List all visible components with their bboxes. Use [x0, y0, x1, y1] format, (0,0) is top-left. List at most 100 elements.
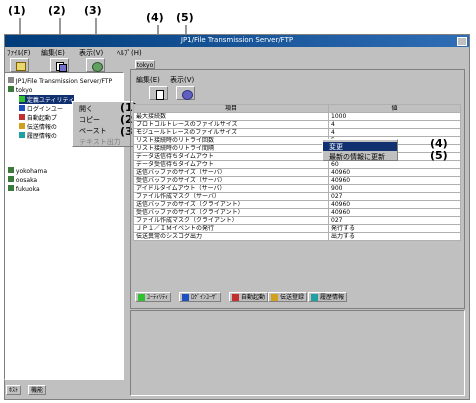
right-menu-view[interactable]: 表示(V) — [170, 75, 194, 85]
table-row[interactable]: ファイル作成マスク（クライアント） 027 — [133, 216, 461, 225]
server-icon — [8, 176, 14, 182]
tree-host-fukuoka[interactable]: fukuoka — [8, 185, 40, 193]
title-bar: JP1/File Transmission Server/FTP — [5, 35, 469, 47]
server-icon — [8, 185, 14, 191]
table-row[interactable]: モジュールトレースのファイルサイズ 4 — [133, 128, 461, 137]
row-value-cell: 900 — [328, 184, 461, 193]
right-toolbar-button-1[interactable] — [149, 86, 168, 100]
tree-item-autostart[interactable]: 自動起動プ — [19, 113, 57, 122]
server-icon — [8, 86, 14, 92]
table-row[interactable]: データ受信待ちタイムアウト 60 — [133, 160, 461, 169]
row-value-cell: 027 — [328, 216, 461, 225]
tab-transfer[interactable]: 伝送登録 — [268, 292, 308, 302]
table-row[interactable]: 受信バッファのサイズ（サーバ） 40960 — [133, 176, 461, 185]
table-row[interactable]: 最大接続数 1000 — [133, 112, 461, 121]
context-text-output[interactable]: テキスト出力 — [79, 137, 121, 147]
row-item-cell: 受信バッファのサイズ（サーバ） — [133, 176, 329, 185]
row-item-cell: プロトコルトレースのファイルサイズ — [133, 120, 329, 129]
table-row[interactable]: リスト接続時のリトライ回数5 — [133, 136, 461, 145]
properties-icon — [156, 90, 164, 100]
table-row[interactable]: 送信バッファのサイズ（サーバ） 40960 — [133, 168, 461, 177]
window-control-button[interactable] — [457, 37, 467, 46]
tab-function[interactable]: 機能 — [28, 385, 47, 395]
table-row[interactable]: データ送信待ちタイムアウト60 — [133, 152, 461, 161]
tree-host-tokyo[interactable]: tokyo — [8, 86, 32, 94]
row-item-cell: ファイル作成マスク（クライアント） — [133, 216, 329, 225]
window-title: JP1/File Transmission Server/FTP — [180, 36, 294, 44]
table-row[interactable]: プロトコルトレースのファイルサイズ 4 — [133, 120, 461, 129]
tab-label: 履歴情報 — [320, 294, 345, 301]
row-value-cell: 40960 — [328, 176, 461, 185]
row-item-cell: 送信バッファのサイズ（クライアント） — [133, 200, 329, 209]
tree-item-label: 履歴情報の — [26, 133, 57, 140]
tree-root[interactable]: JP1/File Transmission Server/FTP — [8, 77, 112, 85]
tab-tokyo[interactable]: tokyo — [135, 60, 155, 69]
row-item-cell: アイドルタイムアウト（サーバ） — [133, 184, 329, 193]
row-value-cell: 出力する — [328, 232, 461, 241]
table-row[interactable]: 伝送異常のシスコグ出力 出力する — [133, 232, 461, 241]
right-menu-edit[interactable]: 編集(E) — [136, 75, 160, 85]
context-paste[interactable]: ペースト — [79, 126, 107, 136]
toolbar-button-2[interactable] — [50, 58, 69, 72]
menu-bar: ﾌｧｲﾙ(F) 編集(E) 表示(V) ﾍﾙﾌﾟ(H) — [5, 47, 469, 58]
table-row[interactable]: アイドルタイムアウト（サーバ） 900 — [133, 184, 461, 193]
toolbar-button-1[interactable] — [10, 58, 29, 72]
row-value-cell: 4 — [328, 120, 461, 129]
table-row[interactable]: 送信バッファのサイズ（クライアント） 40960 — [133, 200, 461, 209]
tab-history[interactable]: 履歴情報 — [308, 292, 348, 302]
context-change[interactable]: 変更 — [329, 142, 343, 152]
tree-item-history[interactable]: 履歴情報の — [19, 131, 57, 140]
context-copy[interactable]: コピー — [79, 115, 100, 125]
tab-utility[interactable]: ﾕｰﾃｨﾘﾃｨ — [135, 292, 172, 302]
menu-file[interactable]: ﾌｧｲﾙ(F) — [7, 48, 31, 58]
tree-item-utility[interactable]: 定義ユティリティ — [19, 95, 75, 104]
tree-item-transfer[interactable]: 伝送情報の — [19, 122, 57, 131]
row-item-cell: 受信バッファのサイズ（クライアント） — [133, 208, 329, 217]
utility-icon — [19, 96, 25, 102]
autostart-icon — [232, 294, 239, 301]
transfer-icon — [271, 294, 278, 301]
table-row[interactable]: ファイル作成マスク（サーバ） 027 — [133, 192, 461, 201]
row-item-cell: モジュールトレースのファイルサイズ — [133, 128, 329, 137]
row-item-cell: ＪＰ１／ＩＭイベントの発行 — [133, 224, 329, 233]
tab-label: 伝送登録 — [280, 294, 305, 301]
toolbar-button-3[interactable] — [86, 58, 105, 72]
menu-view[interactable]: 表示(V) — [79, 48, 103, 58]
history-icon — [19, 132, 25, 138]
tab-host[interactable]: ﾎｽﾄ — [6, 385, 22, 395]
lower-pane — [130, 310, 465, 396]
folder-icon — [16, 62, 26, 71]
tab-autostart[interactable]: 自動起動 — [229, 292, 269, 302]
menu-help[interactable]: ﾍﾙﾌﾟ(H) — [117, 48, 142, 58]
table-row[interactable]: リスト接続時のリトライ間隔2 — [133, 144, 461, 153]
menu-edit[interactable]: 編集(E) — [41, 48, 65, 58]
copy-icon-back — [59, 64, 67, 72]
row-item-cell: ファイル作成マスク（サーバ） — [133, 192, 329, 201]
row-item-cell: リスト接続時のリトライ間隔 — [133, 144, 329, 153]
row-item-cell: データ受信待ちタイムアウト — [133, 160, 329, 169]
tree-item-login-user[interactable]: ログインユー — [19, 104, 63, 113]
table-context-menu: 変更 最新の情報に更新 — [322, 139, 398, 161]
table-row[interactable]: ＪＰ１／ＩＭイベントの発行 発行する — [133, 224, 461, 233]
settings-table: 項目 値 最大接続数 1000 プロトコルトレースのファイルサイズ 4 モジュールトレー… — [133, 104, 461, 241]
tree-item-label: ログインユー — [26, 106, 63, 113]
autostart-icon — [19, 114, 25, 120]
row-value-cell: 40960 — [328, 168, 461, 177]
table-row[interactable]: 受信バッファのサイズ（クライアント） 40960 — [133, 208, 461, 217]
tree-host-label: fukuoka — [15, 186, 40, 193]
column-header-value[interactable]: 値 — [328, 104, 461, 113]
tree-host-yokohama[interactable]: yokohama — [8, 167, 47, 175]
context-refresh[interactable]: 最新の情報に更新 — [329, 152, 385, 162]
history-icon — [311, 294, 318, 301]
context-open[interactable]: 開く — [79, 104, 93, 114]
tree-item-label: 定義ユティリティ — [26, 97, 75, 104]
tree-host-label: yokohama — [15, 168, 48, 175]
column-header-item[interactable]: 項目 — [133, 104, 329, 113]
computer-icon — [8, 77, 14, 83]
tree-host-label: tokyo — [15, 87, 33, 94]
right-toolbar-button-2[interactable] — [176, 86, 195, 100]
tab-login-user[interactable]: ﾛｸﾞｲﾝﾕｰｻﾞ — [179, 292, 222, 302]
row-item-cell: リスト接続時のリトライ回数 — [133, 136, 329, 145]
tree-host-oosaka[interactable]: oosaka — [8, 176, 37, 184]
row-item-cell: 送信バッファのサイズ（サーバ） — [133, 168, 329, 177]
